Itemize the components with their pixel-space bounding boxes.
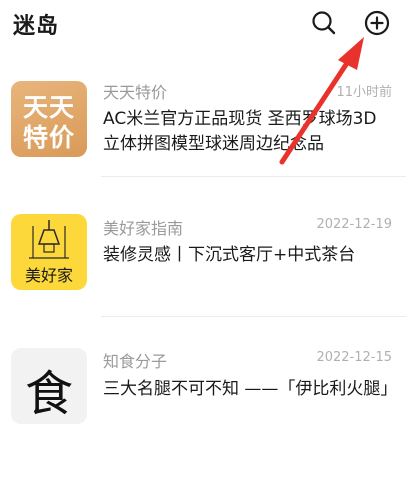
avatar-text: 特价 [22,123,75,152]
conversation-time: 11小时前 [336,85,392,100]
conversation-item[interactable]: 美好家 美好家指南 2022-12-19 装修灵感丨下沉式客厅+中式茶台 [0,198,406,308]
conversation-message: 装修灵感丨下沉式客厅+中式茶台 [103,245,356,265]
divider [101,316,406,317]
lamp-icon [29,220,69,259]
top-bar: 迷岛 [0,0,406,50]
divider [101,176,406,177]
avatar: 食 [11,348,87,424]
conversation-message: 三大名腿不可不知 ——「伊比利火腿」 [103,379,398,399]
conversation-item[interactable]: 天天 特价 天天特价 11小时前 AC米兰官方正品现货 圣西罗球场3D立体拼图模… [0,70,406,192]
avatar: 美好家 [11,214,87,290]
conversation-item[interactable]: 食 知食分子 2022-12-15 三大名腿不可不知 ——「伊比利火腿」 [0,330,406,450]
conversation-name: 美好家指南 [103,219,184,238]
conversation-name: 天天特价 [103,83,168,102]
plus-circle-icon[interactable] [363,9,391,37]
search-icon[interactable] [310,9,338,37]
page-title: 迷岛 [13,14,60,39]
conversation-name: 知食分子 [103,352,168,371]
avatar: 天天 特价 [11,81,87,157]
avatar-text: 食 [24,366,73,422]
avatar-text: 美好家 [24,266,73,285]
conversation-time: 2022-12-19 [316,217,392,232]
conversation-time: 2022-12-15 [316,350,392,365]
conversation-message: AC米兰官方正品现货 圣西罗球场3D立体拼图模型球迷周边纪念品 [103,109,377,154]
